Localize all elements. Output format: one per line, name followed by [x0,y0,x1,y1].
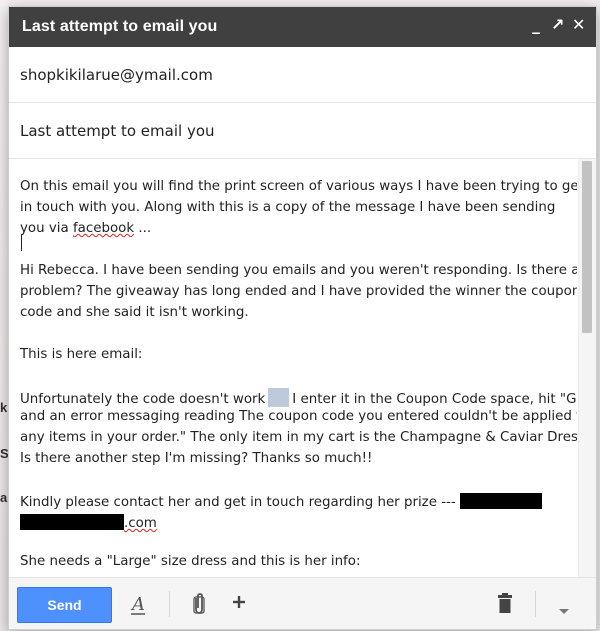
body-line: This is here email: [20,347,143,362]
paperclip-icon[interactable] [191,592,207,621]
body-line: Kindly please contact her and get in tou… [20,493,542,511]
body-line: code and she said it isn't working. [20,305,249,320]
subject-text: Last attempt to email you [20,122,215,140]
background-page-edge [0,0,8,631]
background-letter: k [0,400,8,415]
chevron-down-icon[interactable] [559,602,569,620]
body-line: .com [20,514,157,532]
misspelled-word: facebook [72,221,135,236]
body-line: and an error messaging reading The coupo… [20,409,577,424]
compose-title: Last attempt to email you [22,18,218,35]
toolbar-divider [535,591,536,617]
body-line: you via facebook ... [20,221,152,236]
toolbar-divider [169,591,170,617]
body-line: Is there another step I'm missing? Thank… [20,451,373,466]
formatting-icon[interactable]: A [129,593,149,622]
compose-toolbar: Send A [9,577,596,629]
minimize-icon[interactable]: _ [532,16,540,34]
scrollbar-thumb[interactable] [582,161,592,333]
body-line: problem? The giveaway has long ended and… [20,284,577,299]
scrollbar[interactable] [578,159,596,577]
body-line: She needs a "Large" size dress and this … [20,554,361,569]
plus-icon[interactable] [231,594,247,615]
message-body[interactable]: On this email you will find the print sc… [9,159,577,577]
send-button[interactable]: Send [17,587,112,623]
pop-out-icon[interactable]: ↗ [551,16,564,34]
background-letter: a [0,490,8,505]
recipient-address: shopkikilarue@ymail.com [20,66,213,84]
compose-window: Last attempt to email you _ ↗ ✕ shopkiki… [8,6,597,630]
background-letter: S [0,446,8,461]
body-line: Unfortunately the code doesn't work I ent… [20,388,577,408]
redacted-block [459,493,542,509]
body-line: On this email you will find the print sc… [20,179,577,194]
subject-field[interactable]: Last attempt to email you [9,103,596,159]
close-icon[interactable]: ✕ [572,16,585,34]
emoji-image [268,388,290,407]
body-line: any items in your order." The only item … [20,430,577,445]
misspelled-word: .com [124,516,157,531]
recipients-field[interactable]: shopkikilarue@ymail.com [9,47,596,103]
compose-titlebar[interactable]: Last attempt to email you _ ↗ ✕ [9,7,596,47]
svg-text:A: A [130,594,145,615]
text-cursor [21,235,22,251]
trash-icon[interactable] [497,593,513,618]
body-line: in touch with you. Along with this is a … [20,200,556,215]
body-line: Hi Rebecca. I have been sending you emai… [20,263,577,278]
redacted-block [20,514,124,530]
